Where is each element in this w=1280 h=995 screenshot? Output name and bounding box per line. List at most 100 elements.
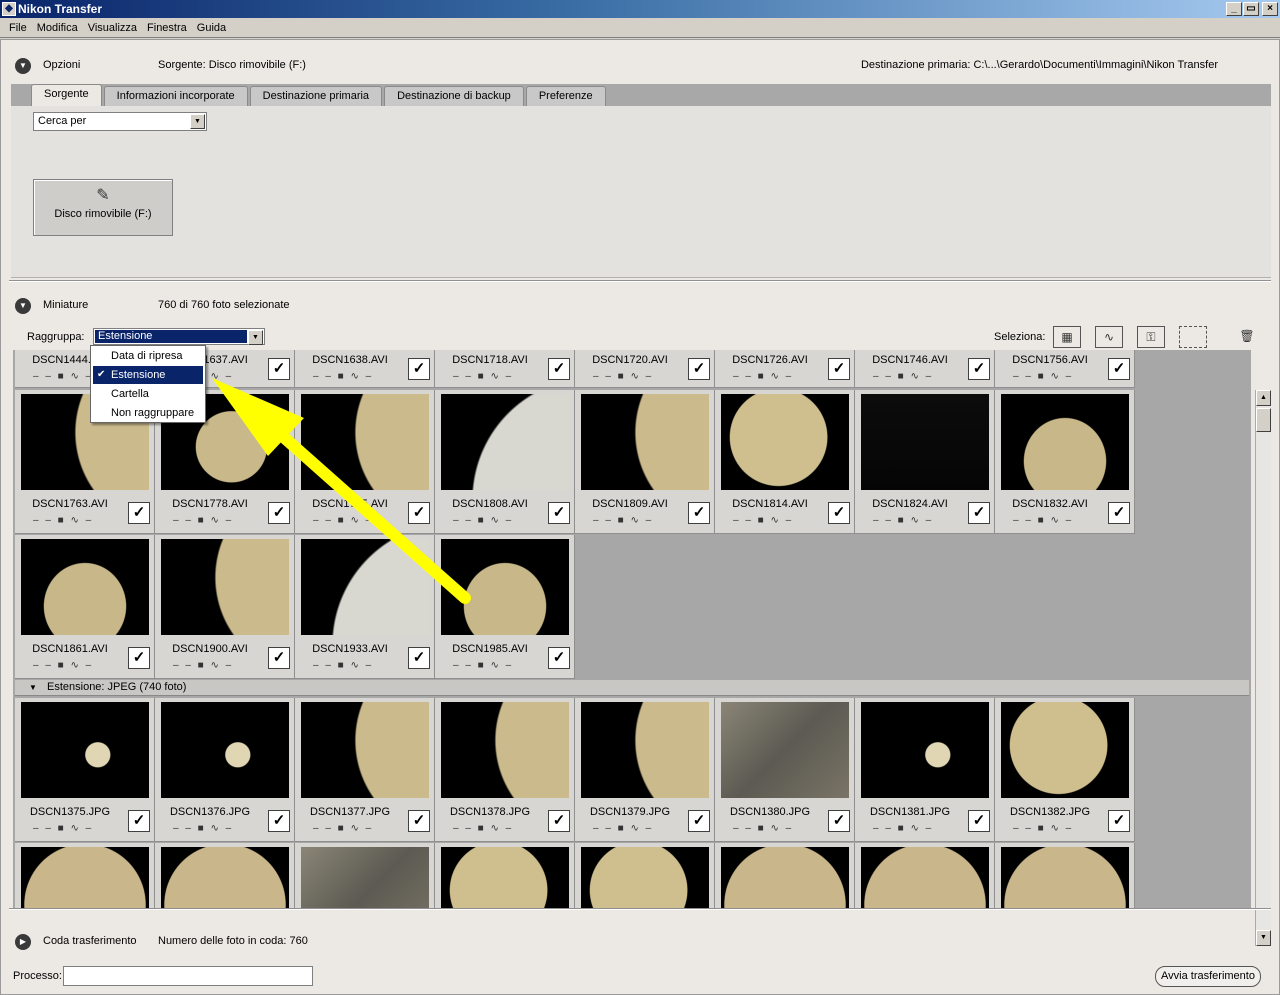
select-checkbox[interactable]: ✓ xyxy=(828,502,850,524)
group-option-data-di-ripresa[interactable]: Data di ripresa xyxy=(93,347,203,365)
thumbnail-cell[interactable]: DSCN1795.AVI – – ■ ∿ – ✓ xyxy=(295,390,435,534)
photo-thumbnail[interactable] xyxy=(21,847,149,908)
thumbnail-cell[interactable]: DSCN1381.JPG – – ■ ∿ – ✓ xyxy=(855,698,995,842)
select-checkbox[interactable]: ✓ xyxy=(408,647,430,669)
select-checkbox[interactable]: ✓ xyxy=(268,647,290,669)
thumbnail-cell[interactable]: DSCN1378.JPG – – ■ ∿ – ✓ xyxy=(435,698,575,842)
tab-preferenze[interactable]: Preferenze xyxy=(525,86,606,106)
select-checkbox[interactable]: ✓ xyxy=(548,647,570,669)
scroll-thumb[interactable] xyxy=(1256,408,1271,432)
tab-destinazione-primaria[interactable]: Destinazione primaria xyxy=(249,86,383,106)
thumbnail-cell[interactable]: DSCN1726.AVI – – ■ ∿ – ✓ xyxy=(715,350,855,388)
photo-thumbnail[interactable] xyxy=(441,702,569,798)
select-checkbox[interactable]: ✓ xyxy=(268,502,290,524)
select-checkbox[interactable]: ✓ xyxy=(128,502,150,524)
thumbnail-cell[interactable]: DSCN1379.JPG – – ■ ∿ – ✓ xyxy=(575,698,715,842)
search-by-select[interactable]: Cerca per ▼ xyxy=(33,112,207,131)
start-transfer-button[interactable]: Avvia trasferimento xyxy=(1155,966,1261,987)
photo-thumbnail[interactable] xyxy=(441,847,569,908)
photo-thumbnail[interactable] xyxy=(581,394,709,490)
photo-thumbnail[interactable] xyxy=(161,539,289,635)
thumbnail-cell[interactable]: DSCN1746.AVI – – ■ ∿ – ✓ xyxy=(855,350,995,388)
removable-disk-button[interactable]: ✎ Disco rimovibile (F:) xyxy=(33,179,173,236)
group-option-cartella[interactable]: Cartella xyxy=(93,385,203,403)
menu-file[interactable]: File xyxy=(4,18,32,37)
select-checkbox[interactable]: ✓ xyxy=(408,810,430,832)
select-checkbox[interactable]: ✓ xyxy=(1108,502,1130,524)
photo-thumbnail[interactable] xyxy=(721,702,849,798)
tab-informazioni-incorporate[interactable]: Informazioni incorporate xyxy=(103,86,248,106)
select-checkbox[interactable]: ✓ xyxy=(268,810,290,832)
photo-thumbnail[interactable] xyxy=(441,539,569,635)
thumbnail-cell[interactable] xyxy=(575,843,715,908)
select-all-grid-icon[interactable]: ▦ xyxy=(1053,326,1081,348)
photo-thumbnail[interactable] xyxy=(161,702,289,798)
select-checkbox[interactable]: ✓ xyxy=(1108,810,1130,832)
vertical-scrollbar[interactable]: ▲ ▼ xyxy=(1255,390,1271,946)
photo-thumbnail[interactable] xyxy=(301,847,429,908)
trash-icon[interactable]: 🗑 xyxy=(1233,326,1261,348)
expand-queue-icon[interactable]: ▶ xyxy=(15,934,31,950)
thumbnail-cell[interactable]: DSCN1756.AVI – – ■ ∿ – ✓ xyxy=(995,350,1135,388)
photo-thumbnail[interactable] xyxy=(721,394,849,490)
thumbnail-cell[interactable]: DSCN1861.AVI – – ■ ∿ – ✓ xyxy=(15,535,155,679)
photo-thumbnail[interactable] xyxy=(301,394,429,490)
select-checkbox[interactable]: ✓ xyxy=(688,502,710,524)
select-checkbox[interactable]: ✓ xyxy=(548,502,570,524)
photo-thumbnail[interactable] xyxy=(21,539,149,635)
group-select[interactable]: Estensione ▼ xyxy=(93,328,265,345)
collapse-thumbnails-icon[interactable]: ▼ xyxy=(15,298,31,314)
thumbnail-cell[interactable]: DSCN1824.AVI – – ■ ∿ – ✓ xyxy=(855,390,995,534)
select-checkbox[interactable]: ✓ xyxy=(688,358,710,380)
thumbnail-cell[interactable] xyxy=(435,843,575,908)
photo-thumbnail[interactable] xyxy=(1001,702,1129,798)
menu-finestra[interactable]: Finestra xyxy=(142,18,192,37)
select-protected-key-icon[interactable]: ⚿ xyxy=(1137,326,1165,348)
photo-thumbnail[interactable] xyxy=(161,847,289,908)
select-checkbox[interactable]: ✓ xyxy=(128,647,150,669)
menu-modifica[interactable]: Modifica xyxy=(32,18,83,37)
menu-visualizza[interactable]: Visualizza xyxy=(83,18,142,37)
photo-thumbnail[interactable] xyxy=(861,847,989,908)
thumbnail-cell[interactable]: DSCN1380.JPG – – ■ ∿ – ✓ xyxy=(715,698,855,842)
photo-thumbnail[interactable] xyxy=(721,847,849,908)
select-checkbox[interactable]: ✓ xyxy=(828,358,850,380)
tab-destinazione-backup[interactable]: Destinazione di backup xyxy=(384,86,524,106)
chevron-down-icon[interactable]: ▼ xyxy=(190,114,205,129)
chevron-down-icon[interactable]: ▼ xyxy=(248,330,263,345)
select-checkbox[interactable]: ✓ xyxy=(408,358,430,380)
select-checkbox[interactable]: ✓ xyxy=(128,810,150,832)
select-checkbox[interactable]: ✓ xyxy=(408,502,430,524)
thumbnail-cell[interactable]: DSCN1985.AVI – – ■ ∿ – ✓ xyxy=(435,535,575,679)
thumbnail-cell[interactable] xyxy=(155,843,295,908)
thumbnail-cell[interactable]: DSCN1809.AVI – – ■ ∿ – ✓ xyxy=(575,390,715,534)
photo-thumbnail[interactable] xyxy=(1001,847,1129,908)
close-button[interactable]: × xyxy=(1262,2,1278,16)
photo-thumbnail[interactable] xyxy=(581,847,709,908)
photo-thumbnail[interactable] xyxy=(581,702,709,798)
photo-thumbnail[interactable] xyxy=(1001,394,1129,490)
group-option-non-raggruppare[interactable]: Non raggruppare xyxy=(93,404,203,422)
select-checkbox[interactable]: ✓ xyxy=(548,358,570,380)
select-by-curve-icon[interactable]: ∿ xyxy=(1095,326,1123,348)
jpeg-group-header[interactable]: ▼ Estensione: JPEG (740 foto) xyxy=(15,680,1249,696)
thumbnail-cell[interactable]: DSCN1718.AVI – – ■ ∿ – ✓ xyxy=(435,350,575,388)
thumbnail-cell[interactable]: DSCN1376.JPG – – ■ ∿ – ✓ xyxy=(155,698,295,842)
photo-thumbnail[interactable] xyxy=(21,702,149,798)
photo-thumbnail[interactable] xyxy=(441,394,569,490)
select-checkbox[interactable]: ✓ xyxy=(548,810,570,832)
thumbnail-cell[interactable]: DSCN1382.JPG – – ■ ∿ – ✓ xyxy=(995,698,1135,842)
thumbnail-cell[interactable]: DSCN1900.AVI – – ■ ∿ – ✓ xyxy=(155,535,295,679)
thumbnail-cell[interactable] xyxy=(715,843,855,908)
group-option-estensione[interactable]: ✔ Estensione xyxy=(93,366,203,384)
minimize-button[interactable]: _ xyxy=(1226,2,1242,16)
select-checkbox[interactable]: ✓ xyxy=(688,810,710,832)
thumbnail-cell[interactable] xyxy=(855,843,995,908)
collapse-group-icon[interactable]: ▼ xyxy=(29,680,37,695)
thumbnail-cell[interactable] xyxy=(15,843,155,908)
thumbnail-cell[interactable]: DSCN1720.AVI – – ■ ∿ – ✓ xyxy=(575,350,715,388)
photo-thumbnail[interactable] xyxy=(301,539,429,635)
photo-thumbnail[interactable] xyxy=(861,702,989,798)
select-checkbox[interactable]: ✓ xyxy=(968,502,990,524)
thumbnail-cell[interactable]: DSCN1638.AVI – – ■ ∿ – ✓ xyxy=(295,350,435,388)
